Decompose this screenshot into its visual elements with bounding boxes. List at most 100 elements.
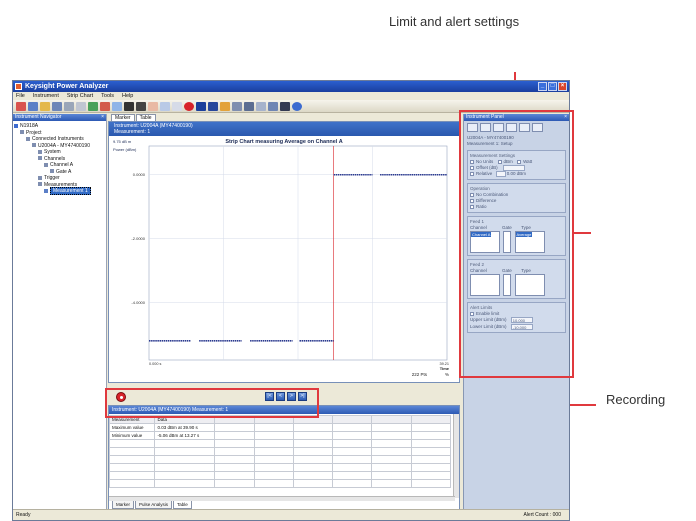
- column-header[interactable]: [410, 415, 452, 424]
- app-title: Keysight Power Analyzer: [25, 83, 109, 90]
- zoom-icon[interactable]: [172, 101, 182, 111]
- bottom-tab-marker[interactable]: Marker: [112, 501, 135, 509]
- table-cell: [253, 479, 294, 488]
- table-cell: [253, 463, 294, 472]
- grid-icon[interactable]: [148, 101, 158, 111]
- table-cell: [410, 439, 452, 448]
- alert-icon[interactable]: [184, 101, 194, 111]
- monitor-icon[interactable]: [280, 101, 290, 111]
- column-header[interactable]: [371, 415, 412, 424]
- tab-table[interactable]: Table: [135, 114, 156, 121]
- table-icon[interactable]: [160, 101, 170, 111]
- table-cell: [214, 431, 255, 440]
- table-cell: [371, 463, 412, 472]
- tree-node-label: U2004A - MY47400190: [38, 142, 90, 149]
- run-icon[interactable]: [112, 101, 122, 111]
- tree-node[interactable]: Measurement 1: [14, 187, 105, 195]
- tab-marker[interactable]: Marker: [111, 114, 135, 121]
- table-vertical-scrollbar[interactable]: [453, 414, 459, 498]
- open-icon[interactable]: [40, 101, 50, 111]
- tree-node-label: Gate A: [56, 168, 72, 175]
- bottom-tab-table[interactable]: Table: [173, 501, 192, 509]
- instrument-navigator: Instrument Navigator × N1918A Project Conn…: [13, 114, 107, 510]
- table-cell: [154, 471, 216, 480]
- table-cell: [292, 455, 334, 464]
- table-row[interactable]: Minimum value -5.06 dBm at 13.27 s: [108, 431, 452, 440]
- tree-node-label: N1918A: [20, 123, 39, 129]
- table-cell: [292, 439, 334, 448]
- table-cell: [108, 447, 156, 456]
- status-bar: Ready Alert Count : 000: [13, 509, 569, 520]
- table-cell: [154, 447, 216, 456]
- table-row[interactable]: [108, 447, 452, 456]
- stop-icon[interactable]: [124, 101, 134, 111]
- marker-icon[interactable]: [220, 101, 230, 111]
- help-icon[interactable]: [292, 101, 302, 111]
- menu-help[interactable]: Help: [122, 92, 133, 100]
- minimize-icon[interactable]: _: [538, 82, 547, 91]
- instrument-icon[interactable]: [28, 101, 38, 111]
- table-cell: [332, 447, 373, 456]
- tree-node-label: Channels: [44, 155, 66, 162]
- table-cell: -5.06 dBm at 13.27 s: [154, 431, 216, 440]
- y-tick-label: 0.0000: [133, 172, 146, 177]
- close-icon[interactable]: ×: [558, 82, 567, 91]
- table-row[interactable]: [108, 479, 452, 488]
- table-cell: [371, 479, 412, 488]
- table-row[interactable]: [108, 471, 452, 480]
- table-cell: [154, 439, 216, 448]
- table-cell: [253, 455, 294, 464]
- measurement-table-pane: Instrument: U2004A (MY47400190) Measurem…: [108, 405, 460, 510]
- tree-node-label: Channel A: [50, 162, 74, 168]
- menu-strip-chart[interactable]: Strip Chart: [67, 92, 93, 100]
- table-cell: [253, 439, 294, 448]
- table-row[interactable]: [108, 439, 452, 448]
- table-cell: [371, 447, 412, 456]
- save-icon[interactable]: [52, 101, 62, 111]
- table-cell: [332, 455, 373, 464]
- table-row[interactable]: Maximum value 0.03 dBm at 39.90 s: [108, 423, 452, 432]
- tree-node-label: Project: [26, 129, 42, 136]
- close-doc-icon[interactable]: [76, 101, 86, 111]
- chart-top-value: 9.75 dB m: [113, 139, 132, 144]
- table-cell: [292, 479, 334, 488]
- connect-icon[interactable]: [16, 101, 26, 111]
- tree-node-icon: [14, 123, 18, 128]
- trace-icon[interactable]: [100, 101, 110, 111]
- print-icon[interactable]: [64, 101, 74, 111]
- status-left: Ready: [16, 512, 31, 518]
- tree-node-label: Measurement 1: [50, 187, 91, 195]
- y-tick-label: -4.0000: [131, 300, 145, 305]
- table-row[interactable]: [108, 455, 452, 464]
- chart-banner-measurement: Measurement: 1: [114, 129, 151, 135]
- table-cell: [214, 479, 255, 488]
- strip-chart[interactable]: Strip Chart measuring Average on Channel…: [109, 136, 459, 382]
- navigator-header: Instrument Navigator ×: [13, 114, 106, 121]
- document-tabs: Marker Table: [108, 114, 460, 121]
- x-axis-label: Time: [440, 366, 450, 371]
- y-tick-label: -2.0000: [131, 236, 145, 241]
- table-row[interactable]: [108, 463, 452, 472]
- table-cell: [332, 439, 373, 448]
- navigator-close-icon[interactable]: ×: [101, 114, 104, 121]
- scale-icon[interactable]: [244, 101, 254, 111]
- table-cell: [214, 439, 255, 448]
- menu-instrument[interactable]: Instrument: [33, 92, 59, 100]
- plus-icon[interactable]: [196, 101, 206, 111]
- cursor-icon[interactable]: [232, 101, 242, 111]
- column-header[interactable]: [332, 415, 373, 424]
- add-channel-icon[interactable]: [88, 101, 98, 111]
- undo-icon[interactable]: [208, 101, 218, 111]
- record-icon[interactable]: [136, 101, 146, 111]
- navigator-tree: N1918A Project Connected Instruments U2004A…: [13, 121, 106, 197]
- callout-line-right: [573, 232, 591, 234]
- bottom-tab-pulse-analysis[interactable]: Pulse Analysis: [135, 501, 173, 509]
- maximize-icon[interactable]: □: [548, 82, 557, 91]
- settings-icon[interactable]: [256, 101, 266, 111]
- tree-node-icon: [32, 143, 36, 148]
- layout-icon[interactable]: [268, 101, 278, 111]
- menu-file[interactable]: File: [16, 92, 25, 100]
- menu-tools[interactable]: Tools: [101, 92, 114, 100]
- table-cell: [332, 463, 373, 472]
- table-cell: [214, 463, 255, 472]
